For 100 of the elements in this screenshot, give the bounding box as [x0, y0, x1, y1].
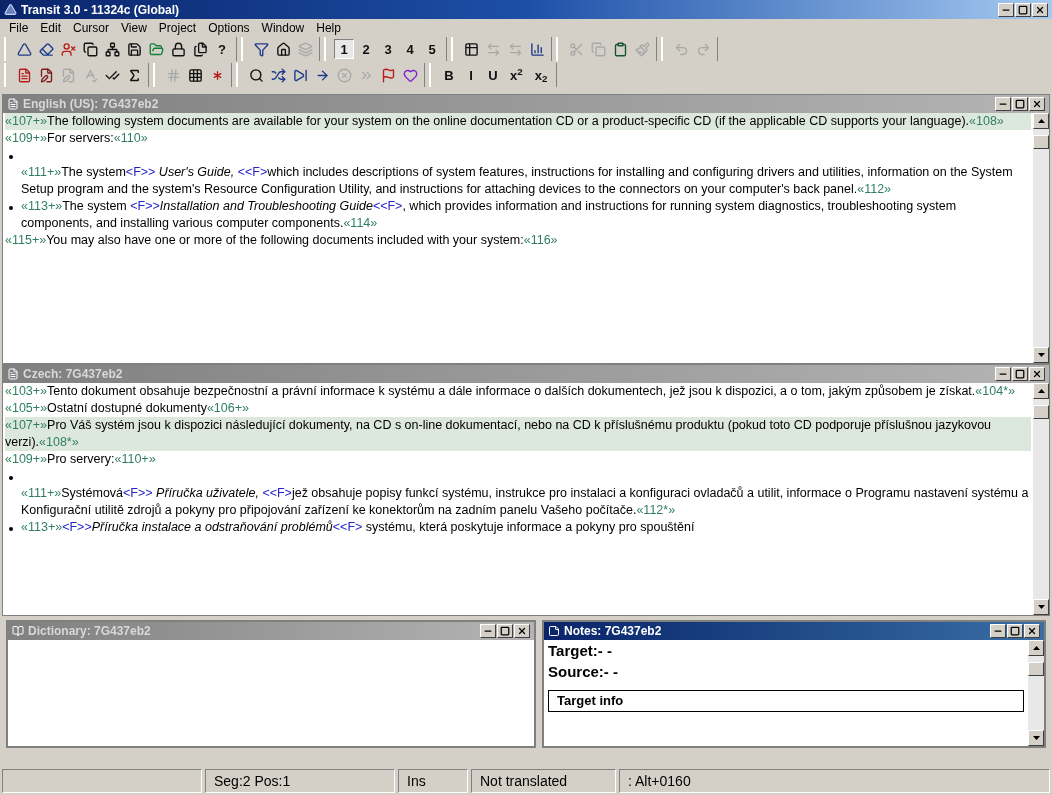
down-arrow-icon	[1037, 605, 1045, 609]
arrow-icon	[314, 67, 330, 83]
close-button[interactable]	[1029, 97, 1045, 111]
maximize-icon	[1015, 99, 1025, 109]
minimize-button[interactable]	[995, 367, 1011, 381]
close-button[interactable]	[1032, 2, 1048, 17]
person-icon	[60, 41, 76, 57]
menu-item[interactable]: Options	[203, 18, 255, 37]
close-icon	[1032, 369, 1042, 379]
toolbar-button[interactable]: 3	[378, 39, 398, 59]
up-arrow-icon	[1037, 119, 1045, 123]
minimize-button[interactable]	[995, 97, 1011, 111]
menu-item[interactable]: Window	[256, 18, 310, 37]
segment[interactable]: «107+»The following system documents are available for your system on the online documentation CD or a product-specific CD (if the applicable CD supports your language).«108»	[5, 113, 1031, 130]
heart-icon	[402, 67, 418, 83]
scroll-down-button[interactable]	[1033, 347, 1049, 363]
toolbar-button[interactable]: x$_{2}$	[529, 65, 553, 85]
status-field: : Alt+0160	[619, 769, 1050, 793]
pane-title: Notes: 7G437eb2	[564, 623, 663, 640]
copy-icon	[590, 41, 606, 57]
toolbar-button[interactable]: ?	[212, 39, 232, 59]
segment[interactable]: «103+»Tento dokument obsahuje bezpečnostní a právní informace k systému a dále informace o dalších dokumentech, jež jsou k dispozici, a o tom, jakým způsobem je získat.«104*»	[5, 383, 1031, 400]
maximize-button[interactable]	[1015, 2, 1031, 17]
toolbar-button[interactable]: 4	[400, 39, 420, 59]
close-icon	[1035, 4, 1045, 15]
copy-icon	[82, 41, 98, 57]
target-info-field[interactable]: Target info	[548, 690, 1024, 712]
scroll-up-button[interactable]	[1033, 383, 1049, 399]
cut-icon	[568, 41, 584, 57]
toolbar-button[interactable]: I	[461, 65, 481, 85]
menu-item[interactable]: View	[116, 18, 152, 37]
scrollbar-thumb[interactable]	[1033, 135, 1049, 149]
document-edit-icon	[38, 67, 54, 83]
pane-icon	[12, 625, 24, 637]
table-icon	[463, 41, 479, 57]
segment[interactable]: «107+»Pro Váš systém jsou k dispozici následující dokumenty, na CD s on-line dokumentací, nebo na CD k příslušnému produktu (pokud toto CD podporuje příslušnou jazykovou verzi).«108*»	[5, 417, 1031, 451]
scrollbar-thumb[interactable]	[1028, 662, 1044, 676]
scrollbar[interactable]	[1033, 383, 1049, 615]
pane-title: English (US): 7G437eb2	[23, 96, 160, 113]
scrollbar[interactable]	[1033, 113, 1049, 363]
paste-icon	[612, 41, 628, 57]
segment[interactable]: «109+»Pro servery:«110+»	[5, 451, 1031, 468]
window-title: Transit 3.0 - 11324c (Global)	[21, 1, 181, 19]
scrollbar-thumb[interactable]	[1033, 405, 1049, 419]
bullet-segment[interactable]: «113+»The system <F>>Installation and Troubleshooting Guide<<F>, which provides information and instructions for running system diagnostics, troubleshooting system components, and installing various computer components.«114»	[5, 198, 1031, 232]
menu-item[interactable]: Cursor	[68, 18, 115, 37]
menu-item[interactable]: Edit	[35, 18, 67, 37]
down-arrow-icon	[1032, 736, 1040, 740]
filter-icon	[253, 41, 269, 57]
minimize-button[interactable]	[998, 2, 1014, 17]
bullet-segment[interactable]: «111+»Systémová<F>> Příručka uživatele, <<F>jež obsahuje popisy funkcí systému, instrukce pro instalaci a konfiguraci ovladačů a utilit, informace o Programu nastavení systému a Konfigurační utilitě zdrojů a pokyny pro připojování zařízení ke konektorům na zadním panelu Vašeho počítače.«112*»	[5, 468, 1031, 519]
triangle-icon	[4, 3, 17, 16]
bullet-icon	[9, 206, 13, 210]
scroll-up-button[interactable]	[1033, 113, 1049, 129]
minimize-button[interactable]	[990, 624, 1006, 638]
status-field: Ins	[398, 769, 468, 793]
maximize-button[interactable]	[1012, 367, 1028, 381]
scrollbar[interactable]	[1028, 640, 1044, 746]
pen-icon	[60, 67, 76, 83]
triangle-icon	[16, 41, 32, 57]
toolbar-button[interactable]: 1	[334, 39, 354, 59]
minimize-button[interactable]	[480, 624, 496, 638]
status-field: Seg:2 Pos:1	[205, 769, 395, 793]
bullet-segment[interactable]: «111+»The system<F>> User's Guide, <<F>which includes descriptions of system features, instructions for installing and configuring drivers and utilities, information on the System Setup program and the system's Resource Configuration Utility, and instructions for attaching devices to the connectors on your computer's back panel.«112»	[5, 147, 1031, 198]
bullet-icon	[9, 476, 13, 480]
lock-icon	[170, 41, 186, 57]
up-arrow-icon	[1032, 646, 1040, 650]
up-arrow-icon	[1037, 389, 1045, 393]
maximize-icon	[500, 626, 510, 636]
scroll-down-button[interactable]	[1033, 599, 1049, 615]
segment[interactable]: «105+»Ostatní dostupné dokumenty«106+»	[5, 400, 1031, 417]
scroll-up-button[interactable]	[1028, 640, 1044, 656]
close-icon	[1032, 99, 1042, 109]
pane-title: Dictionary: 7G437eb2	[28, 623, 152, 640]
undo-icon	[673, 41, 689, 57]
pane-icon	[7, 98, 19, 110]
close-button[interactable]	[514, 624, 530, 638]
toolbar-button[interactable]: 5	[422, 39, 442, 59]
toolbar-button[interactable]: x$^{2}$	[505, 65, 528, 85]
network-icon	[104, 41, 120, 57]
scroll-down-button[interactable]	[1028, 730, 1044, 746]
maximize-button[interactable]	[1007, 624, 1023, 638]
segment[interactable]: «115+»You may also have one or more of the following documents included with your system:«116»	[5, 232, 1031, 249]
segment[interactable]: «109+»For servers:«110»	[5, 130, 1031, 147]
close-button[interactable]	[1029, 367, 1045, 381]
menu-item[interactable]: File	[4, 18, 34, 37]
toolbar-button[interactable]: B	[439, 65, 459, 85]
menu-item[interactable]: Project	[153, 18, 202, 37]
maximize-button[interactable]	[497, 624, 513, 638]
close-button[interactable]	[1024, 624, 1040, 638]
maximize-icon	[1018, 4, 1028, 15]
toolbar-button[interactable]: U	[483, 65, 503, 85]
eraser-icon	[38, 41, 54, 57]
status-field: Not translated	[471, 769, 616, 793]
arrows-icon	[485, 41, 501, 57]
menu-item[interactable]: Help	[311, 18, 346, 37]
bullet-segment[interactable]: «113+»<F>>Příručka instalace a odstraňování problémů<<F> systému, která poskytuje informace a pokyny pro spouštění	[5, 519, 1031, 536]
toolbar-button[interactable]: 2	[356, 39, 376, 59]
maximize-button[interactable]	[1012, 97, 1028, 111]
document-icon	[16, 67, 32, 83]
